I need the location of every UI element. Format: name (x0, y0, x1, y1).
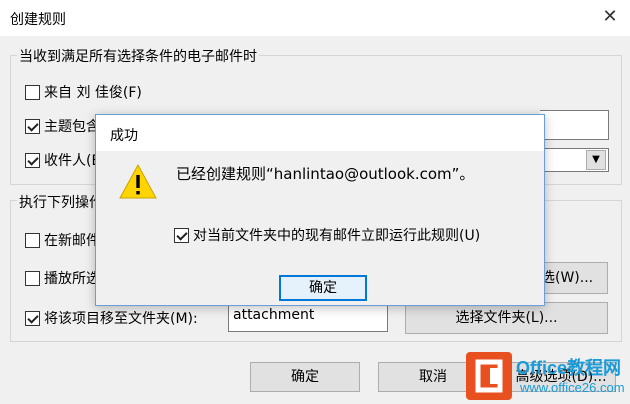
browse-sound-button[interactable]: 选(W)... (540, 262, 608, 294)
select-folder-button[interactable]: 选择文件夹(L)... (405, 302, 608, 334)
condition-subject-checkbox[interactable] (25, 118, 40, 134)
action-move-label: 将该项目移至文件夹(M): (44, 311, 198, 327)
cancel-label: 取消 (419, 369, 447, 385)
condition-from[interactable]: 来自 刘 佳俊(F) (25, 82, 142, 102)
modal-run-now-checkbox[interactable] (174, 227, 189, 243)
condition-recipient[interactable]: 收件人(E (25, 150, 100, 170)
folder-path-field: attachment (228, 302, 388, 332)
modal-run-now-label: 对当前文件夹中的现有邮件立即运行此规则(U) (193, 228, 481, 244)
success-modal: 成功 已经创建规则“hanlintao@outlook.com”。 对当前文件夹… (95, 114, 545, 306)
modal-message: 已经创建规则“hanlintao@outlook.com”。 (176, 165, 475, 183)
actions-group-label: 执行下列操作 (17, 192, 105, 212)
office26-watermark: Office教程网 www.office26.com (466, 352, 630, 404)
ok-label: 确定 (291, 369, 319, 385)
action-move-to-folder[interactable]: 将该项目移至文件夹(M): (25, 308, 198, 328)
window-title: 创建规则 (10, 12, 66, 28)
condition-recipient-checkbox[interactable] (25, 152, 40, 168)
modal-title: 成功 (110, 128, 138, 144)
chevron-down-icon[interactable]: ▼ (586, 150, 606, 170)
title-bar: 创建规则 ✕ (0, 0, 630, 36)
action-new-mail[interactable]: 在新邮件 (25, 230, 100, 250)
browse-sound-label: 选(W)... (541, 270, 594, 286)
folder-path-value: attachment (233, 307, 315, 323)
action-play-sound[interactable]: 播放所选 (25, 268, 100, 288)
modal-ok-label: 确定 (309, 280, 337, 296)
condition-subject-label: 主题包含 (44, 119, 100, 135)
warning-icon (119, 163, 157, 199)
condition-subject[interactable]: 主题包含 (25, 116, 100, 136)
action-play-sound-checkbox[interactable] (25, 270, 40, 286)
action-move-checkbox[interactable] (25, 310, 40, 326)
select-folder-label: 选择文件夹(L)... (455, 310, 558, 326)
condition-from-label: 来自 刘 佳俊(F) (44, 85, 142, 101)
action-new-mail-label: 在新邮件 (44, 233, 100, 249)
action-play-sound-label: 播放所选 (44, 271, 100, 287)
watermark-url: www.office26.com (520, 380, 625, 395)
modal-ok-button[interactable]: 确定 (279, 275, 367, 301)
conditions-group-label: 当收到满足所有选择条件的电子邮件时 (17, 46, 259, 66)
office-logo-icon (466, 352, 512, 400)
watermark-title: Office教程网 (516, 358, 622, 378)
close-icon[interactable]: ✕ (600, 6, 620, 28)
condition-recipient-label: 收件人(E (44, 153, 101, 169)
subject-input[interactable] (540, 110, 609, 140)
condition-from-checkbox[interactable] (25, 84, 40, 100)
modal-title-bar: 成功 (96, 115, 544, 151)
action-new-mail-checkbox[interactable] (25, 232, 40, 248)
ok-button[interactable]: 确定 (250, 362, 360, 392)
modal-run-now-option[interactable]: 对当前文件夹中的现有邮件立即运行此规则(U) (174, 225, 480, 245)
